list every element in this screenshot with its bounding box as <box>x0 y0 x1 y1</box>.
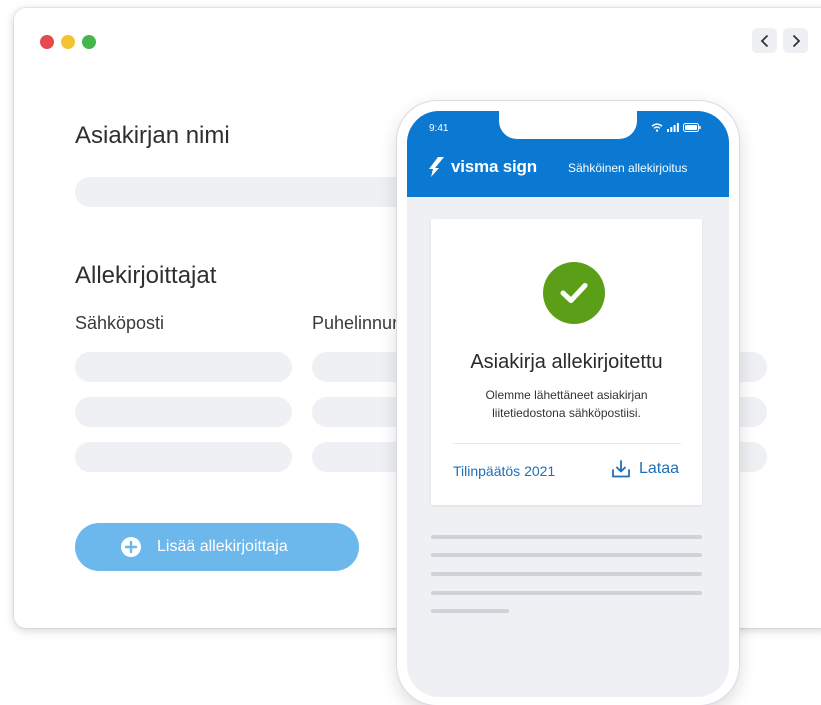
email-column-label: Sähköposti <box>75 313 165 333</box>
window-controls <box>40 35 96 49</box>
document-file-link[interactable]: Tilinpäätös 2021 <box>453 463 555 479</box>
visma-sign-logo-icon <box>429 157 444 177</box>
status-time: 9:41 <box>429 123 449 134</box>
placeholder-text-line <box>431 609 509 613</box>
add-signer-label: Lisää allekirjoittaja <box>157 538 288 555</box>
signer-email-input-2[interactable] <box>75 397 292 427</box>
confirmation-message: Olemme lähettäneet asiakirjan liitetiedo… <box>431 386 702 422</box>
success-badge <box>543 262 605 324</box>
confirmation-title: Asiakirja allekirjoitettu <box>470 351 663 373</box>
app-header: 9:41 visma sign Sähköinen allekirjoitus <box>407 111 729 197</box>
placeholder-text-line <box>431 553 702 557</box>
brand-name: visma sign <box>451 157 537 176</box>
download-icon <box>612 460 630 478</box>
placeholder-text-line <box>431 535 702 539</box>
placeholder-text-line <box>431 572 702 576</box>
download-button[interactable]: Lataa <box>611 460 679 478</box>
confirmation-message-line-1: Olemme lähettäneet asiakirjan <box>485 388 648 402</box>
forward-button[interactable] <box>783 28 808 53</box>
signers-heading: Allekirjoittajat <box>75 262 217 289</box>
brand-logo: visma sign <box>429 157 537 177</box>
signal-icon <box>667 123 679 132</box>
status-icons <box>651 123 701 132</box>
chevron-left-icon <box>760 34 768 47</box>
card-divider <box>453 443 681 444</box>
back-button[interactable] <box>752 28 777 53</box>
add-signer-button[interactable]: Lisää allekirjoittaja <box>75 523 359 571</box>
phone-notch <box>499 111 637 139</box>
signer-email-input-1[interactable] <box>75 352 292 382</box>
wifi-icon <box>651 123 663 132</box>
close-window-dot[interactable] <box>40 35 54 49</box>
download-label: Lataa <box>639 460 680 477</box>
brand-tagline: Sähköinen allekirjoitus <box>568 161 688 175</box>
minimize-window-dot[interactable] <box>61 35 75 49</box>
check-icon <box>560 283 588 303</box>
battery-icon <box>683 123 701 132</box>
zoom-window-dot[interactable] <box>82 35 96 49</box>
plus-circle-icon <box>121 537 141 557</box>
chevron-right-icon <box>792 34 800 47</box>
document-name-input[interactable] <box>75 177 415 207</box>
placeholder-text-line <box>431 591 702 595</box>
signed-confirmation-card: Asiakirja allekirjoitettu Olemme lähettä… <box>431 219 702 505</box>
confirmation-message-line-2: liitetiedostona sähköpostiisi. <box>492 406 641 420</box>
phone-screen: 9:41 visma sign Sähköinen allekirjoitus … <box>407 111 729 697</box>
phone-mockup: 9:41 visma sign Sähköinen allekirjoitus … <box>397 101 739 705</box>
browser-nav <box>752 28 808 53</box>
signer-email-input-3[interactable] <box>75 442 292 472</box>
document-name-label: Asiakirjan nimi <box>75 122 230 149</box>
